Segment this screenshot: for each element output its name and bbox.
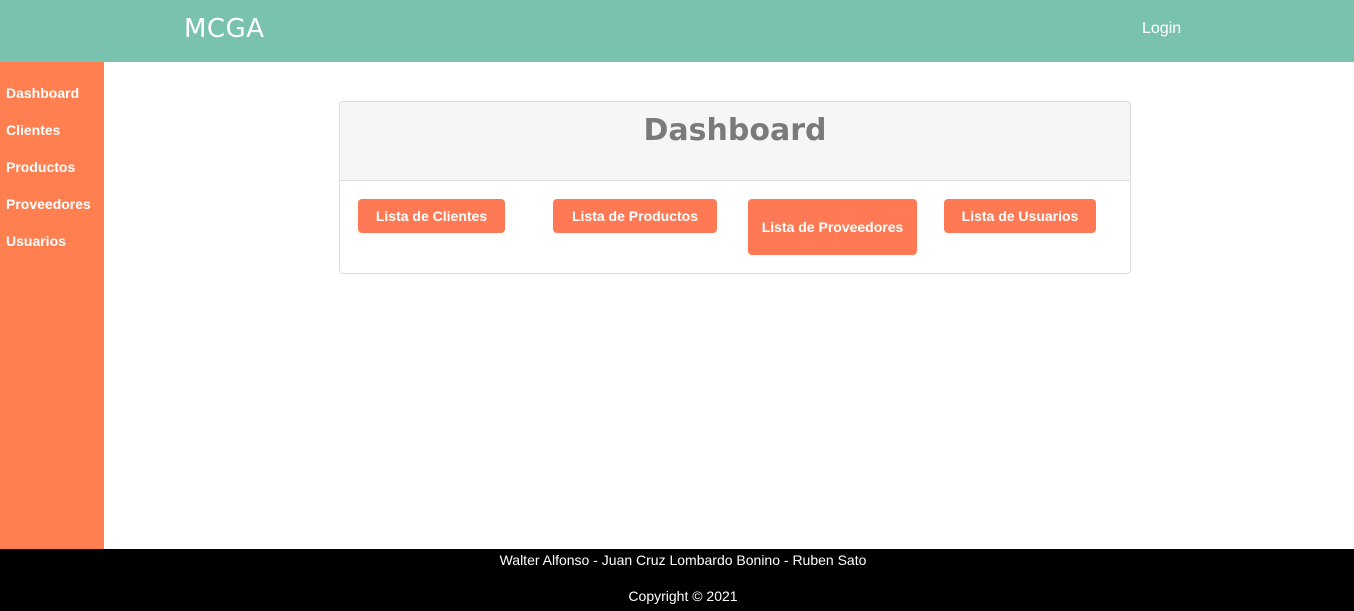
- lista-productos-button[interactable]: Lista de Productos: [553, 199, 717, 233]
- sidebar-item-productos[interactable]: Productos: [0, 158, 104, 195]
- page-title: Dashboard: [643, 113, 827, 148]
- footer-authors: Walter Alfonso - Juan Cruz Lombardo Boni…: [499, 552, 867, 568]
- lista-clientes-button[interactable]: Lista de Clientes: [358, 199, 505, 233]
- top-navbar: MCGA Login: [0, 0, 1354, 62]
- main-content: Dashboard Lista de Clientes Lista de Pro…: [104, 62, 1354, 549]
- login-link[interactable]: Login: [1142, 20, 1181, 38]
- lista-proveedores-button[interactable]: Lista de Proveedores: [748, 199, 917, 255]
- sidebar-item-dashboard[interactable]: Dashboard: [0, 84, 104, 121]
- card-header: Dashboard: [340, 102, 1130, 181]
- brand-logo-text[interactable]: MCGA: [184, 14, 265, 44]
- sidebar-item-clientes[interactable]: Clientes: [0, 121, 104, 158]
- sidebar: Dashboard Clientes Productos Proveedores…: [0, 62, 104, 549]
- card-body: Lista de Clientes Lista de Productos Lis…: [340, 181, 1130, 273]
- dashboard-card: Dashboard Lista de Clientes Lista de Pro…: [339, 101, 1131, 274]
- sidebar-item-usuarios[interactable]: Usuarios: [0, 232, 104, 269]
- footer: Walter Alfonso - Juan Cruz Lombardo Boni…: [0, 549, 1354, 611]
- sidebar-item-proveedores[interactable]: Proveedores: [0, 195, 104, 232]
- lista-usuarios-button[interactable]: Lista de Usuarios: [944, 199, 1096, 233]
- footer-copyright: Copyright © 2021: [628, 588, 738, 604]
